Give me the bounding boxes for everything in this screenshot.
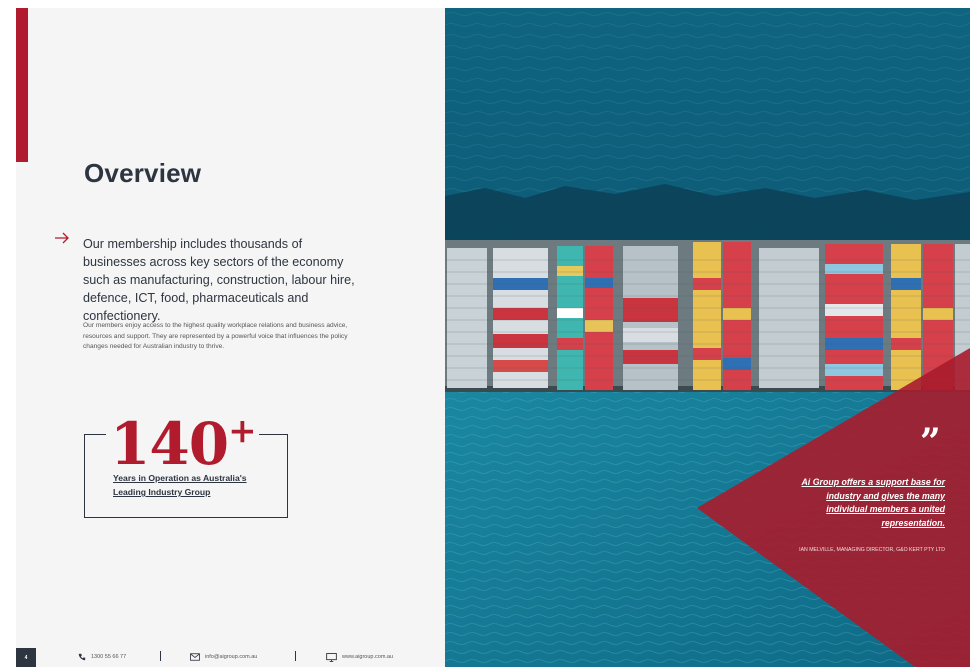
footer-divider [295, 651, 296, 661]
stat-box-border [84, 434, 106, 435]
footer-phone[interactable]: 1300 55 66 77 [78, 650, 126, 664]
container-ship-photo [445, 8, 970, 667]
footer-website[interactable]: www.aigroup.com.au [326, 650, 393, 664]
monitor-icon [326, 652, 337, 662]
footer-email[interactable]: info@aigroup.com.au [190, 650, 257, 664]
envelope-icon [190, 653, 200, 661]
page-number: 4 [16, 648, 36, 667]
email-text: info@aigroup.com.au [205, 654, 258, 660]
arrow-right-icon [54, 232, 70, 248]
accent-bar [16, 8, 28, 162]
page-title: Overview [84, 158, 202, 188]
stat-suffix: + [228, 411, 256, 451]
website-text: www.aigroup.com.au [342, 654, 394, 660]
stat-value: 140 [110, 410, 229, 478]
stat-label: Years in Operation as Australia's Leadin… [113, 473, 247, 497]
lead-paragraph: Our membership includes thousands of bus… [83, 237, 355, 323]
footer-divider [160, 651, 161, 661]
stat-number: 140+ [110, 398, 257, 478]
phone-text: 1300 55 66 77 [91, 654, 127, 660]
quote-attribution: IAN MELVILLE, MANAGING DIRECTOR, G&O KER… [799, 547, 945, 553]
body-paragraph: Our members enjoy access to the highest … [83, 322, 348, 350]
quote-mark-icon: ” [920, 421, 941, 463]
quote-text: Ai Group offers a support base for indus… [801, 477, 945, 528]
phone-icon [78, 653, 86, 661]
stat-box-border [259, 434, 287, 435]
